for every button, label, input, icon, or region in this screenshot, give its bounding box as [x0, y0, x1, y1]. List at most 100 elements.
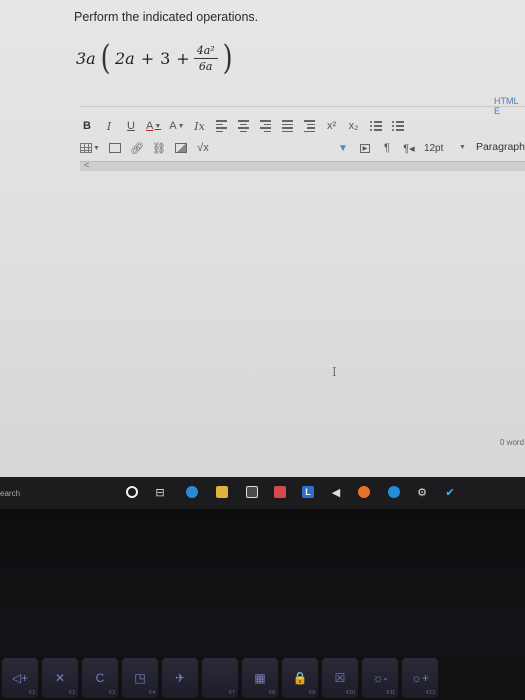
align-left-icon: [216, 120, 228, 132]
image-icon: [174, 143, 187, 153]
key-fn-label: F9: [309, 689, 315, 696]
font-color-label: A: [146, 120, 154, 132]
l-app-icon[interactable]: L: [300, 484, 316, 500]
embed-icon: [108, 143, 121, 153]
link-button[interactable]: 🔗︎: [130, 139, 144, 157]
function-key-7: ▦ F8: [242, 657, 278, 698]
align-right-button[interactable]: [259, 117, 273, 135]
send-icon[interactable]: ◀: [328, 484, 344, 500]
align-center-button[interactable]: [237, 117, 251, 135]
key-fn-label: F4: [149, 689, 155, 696]
italic-button[interactable]: I: [102, 117, 116, 135]
monitor-bezel: [0, 509, 525, 659]
check-app-icon[interactable]: ✔: [442, 484, 458, 500]
key-fn-label: F7: [229, 689, 235, 696]
key-fn-label: F8: [269, 689, 275, 696]
editor-text-area[interactable]: I: [80, 171, 525, 441]
l-app-logo: L: [302, 486, 314, 498]
file-explorer-icon[interactable]: [214, 484, 230, 500]
chrome-icon[interactable]: [386, 484, 402, 500]
numbered-list-button[interactable]: [391, 117, 405, 135]
unlink-icon: ⛓︎: [151, 142, 166, 155]
chevron-down-icon: ▼: [154, 122, 162, 130]
underline-button[interactable]: U: [124, 117, 138, 135]
settings-gear-icon[interactable]: ⚙: [414, 484, 430, 500]
scroll-left-arrow-icon[interactable]: <: [84, 160, 89, 170]
function-key-2: ✕ F2: [42, 657, 78, 698]
play-icon: ▶: [359, 143, 370, 153]
function-key-4: ◳ F4: [122, 657, 158, 698]
bullet-list-icon: [369, 121, 382, 131]
justify-icon: [282, 120, 294, 132]
folder-logo: [216, 486, 228, 498]
store-icon[interactable]: [244, 484, 260, 500]
task-view-icon[interactable]: ⊟: [152, 484, 168, 500]
chevron-down-icon: ▼: [459, 143, 466, 151]
clear-format-button[interactable]: Ix: [193, 117, 207, 135]
bg-color-button[interactable]: A ▼: [169, 117, 184, 135]
math-plus-2: +: [176, 48, 190, 68]
key-fn-label: F3: [109, 689, 115, 696]
embed-button[interactable]: [108, 139, 122, 157]
cortana-icon[interactable]: [124, 484, 140, 500]
subscript-button[interactable]: x₂: [347, 117, 361, 135]
function-key-11: ☼+ F12: [402, 657, 438, 698]
key-fn-label: F12: [426, 689, 435, 696]
key-icon: 🔒: [292, 670, 308, 685]
math-fraction: 4a² 6a: [193, 44, 218, 73]
key-icon: ◳: [134, 670, 146, 685]
superscript-button[interactable]: x²: [325, 117, 339, 135]
chevron-down-icon: ▼: [93, 144, 100, 152]
taskbar-search-text[interactable]: earch: [0, 489, 20, 498]
key-icon: C: [95, 670, 105, 685]
key-icon: ✕: [54, 670, 66, 685]
browser-page: Perform the indicated operations. 3a ( 2…: [0, 0, 525, 482]
function-key-6: F7: [202, 657, 238, 698]
align-left-button[interactable]: [215, 117, 229, 135]
bg-color-label: A: [169, 120, 177, 132]
fraction-denominator: 6a: [198, 59, 213, 73]
table-button[interactable]: ▼: [80, 139, 100, 157]
bullet-list-button[interactable]: [369, 117, 383, 135]
ltr-button[interactable]: ¶: [380, 139, 394, 157]
firefox-icon[interactable]: [356, 484, 372, 500]
image-button[interactable]: [174, 139, 188, 157]
edge-icon[interactable]: [184, 484, 200, 500]
fraction-numerator: 4a²: [193, 44, 218, 59]
function-key-3: C F3: [82, 657, 118, 698]
math-expression: 3a ( 2a + 3 + 4a² 6a ): [76, 36, 237, 80]
chrome-logo: [388, 486, 400, 498]
windows-taskbar: earch ⊟ L ◀ ⚙ ✔: [0, 477, 525, 509]
right-paren: ): [222, 38, 233, 78]
justify-button[interactable]: [281, 117, 295, 135]
block-format-select[interactable]: ▼ Paragraph: [458, 137, 525, 157]
indent-button[interactable]: [303, 117, 317, 135]
mail-icon[interactable]: [272, 484, 288, 500]
table-icon: [80, 143, 92, 153]
unlink-button[interactable]: ⛓︎: [152, 139, 166, 157]
equation-button[interactable]: √x: [196, 139, 210, 157]
word-count: 0 word: [500, 438, 525, 447]
link-icon: 🔗︎: [129, 142, 144, 155]
key-icon: ☒: [334, 670, 346, 685]
media-button[interactable]: ▶: [358, 139, 372, 157]
store-logo: [246, 486, 258, 498]
key-icon: ☼-: [372, 670, 388, 685]
function-key-8: 🔒 F9: [282, 657, 318, 698]
rtl-button[interactable]: ¶◂: [402, 139, 416, 157]
function-key-10: ☼- F11: [362, 657, 398, 698]
accessibility-button[interactable]: ▼: [336, 139, 350, 157]
font-color-button[interactable]: A ▼: [146, 117, 161, 135]
toolbar-row-1: B I U A ▼ A ▼ Ix x² x₂: [80, 115, 525, 137]
key-fn-label: F11: [386, 689, 395, 696]
key-icon: ☼+: [410, 670, 429, 685]
font-size-select[interactable]: 12pt: [424, 139, 443, 157]
function-key-9: ☒ F10: [322, 657, 358, 698]
left-paren: (: [100, 38, 111, 78]
math-term-2a: 2a: [114, 48, 135, 68]
bold-button[interactable]: B: [80, 117, 94, 135]
numbered-list-icon: [391, 121, 404, 131]
editor-status-bar: <: [80, 160, 525, 171]
key-icon: ◁+: [11, 670, 29, 685]
key-fn-label: F10: [346, 689, 355, 696]
